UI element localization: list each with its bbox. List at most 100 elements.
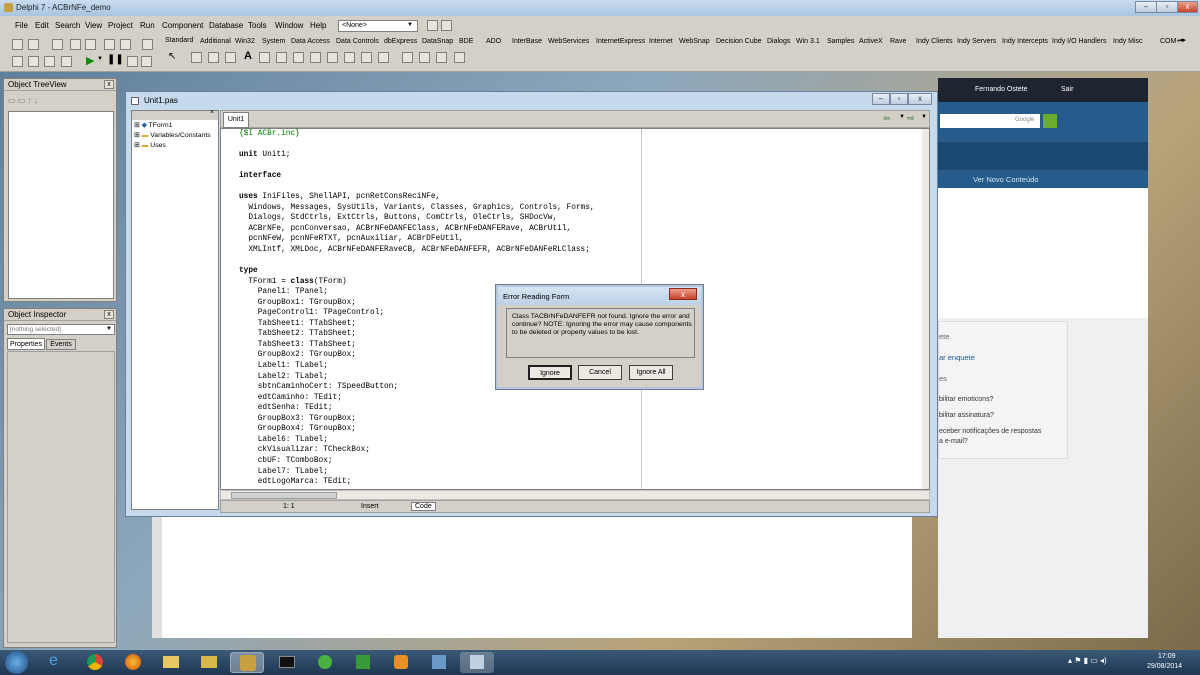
memo-component-icon[interactable]	[276, 52, 287, 63]
tab-unit1[interactable]: Unit1	[223, 112, 249, 128]
palette-tab-rave[interactable]: Rave	[890, 38, 906, 45]
radiobutton-component-icon[interactable]	[327, 52, 338, 63]
property-grid[interactable]	[7, 351, 115, 643]
menu-component[interactable]: Component	[162, 21, 203, 30]
palette-tab-system[interactable]: System	[262, 38, 285, 45]
set-debug-desktop-icon[interactable]	[441, 20, 452, 31]
option-signature[interactable]: bilitar assinatura?	[939, 412, 994, 419]
palette-tab-websnap[interactable]: WebSnap	[679, 38, 710, 45]
menu-help[interactable]: Help	[310, 21, 326, 30]
folder-icon[interactable]	[192, 652, 226, 673]
view-unit-icon[interactable]	[12, 56, 23, 67]
chevron-down-icon[interactable]: ▼	[921, 114, 927, 120]
option-emoticons[interactable]: bilitar emoticons?	[939, 396, 993, 403]
chrome-icon[interactable]	[78, 652, 112, 673]
close-icon[interactable]: x	[104, 80, 114, 89]
scroll-thumb[interactable]	[231, 492, 337, 499]
treeview-list[interactable]	[8, 111, 114, 299]
editor-close-button[interactable]: x	[908, 93, 932, 105]
palette-tab-internetexpress[interactable]: InternetExpress	[596, 38, 645, 45]
tree-item[interactable]: ⊞ ▬ Uses	[134, 141, 166, 151]
menu-window[interactable]: Window	[275, 21, 303, 30]
file-explorer-icon[interactable]	[154, 652, 188, 673]
add-file-icon[interactable]	[104, 39, 115, 50]
forward-arrow-icon[interactable]: ⇨	[907, 113, 915, 124]
chevron-down-icon[interactable]: ▼	[899, 114, 905, 120]
app-dots-icon[interactable]	[346, 652, 380, 673]
palette-tab-dialogs[interactable]: Dialogs	[767, 38, 790, 45]
palette-tab-activex[interactable]: ActiveX	[859, 38, 883, 45]
back-arrow-icon[interactable]: ⇦	[883, 113, 891, 124]
firefox-icon[interactable]	[116, 652, 150, 673]
object-selector-combo[interactable]: [nothing selected] ▼	[7, 324, 115, 335]
palette-tab-additional[interactable]: Additional	[200, 38, 231, 45]
tab-properties[interactable]: Properties	[7, 338, 45, 350]
cancel-button[interactable]: Cancel	[578, 365, 622, 380]
tree-item[interactable]: ⊞ ▬ Variables/Constants	[134, 131, 211, 141]
open-icon[interactable]	[28, 39, 39, 50]
actionlist-component-icon[interactable]	[454, 52, 465, 63]
dialog-close-button[interactable]: x	[669, 288, 697, 300]
view-form-icon[interactable]	[28, 56, 39, 67]
move-up-icon[interactable]: ↑	[28, 96, 32, 105]
save-all-icon[interactable]	[70, 39, 81, 50]
palette-tab-dbexpress[interactable]: dbExpress	[384, 38, 417, 45]
trace-into-icon[interactable]	[127, 56, 138, 67]
palette-tab-datasnap[interactable]: DataSnap	[422, 38, 453, 45]
tree-item[interactable]: ⊞ ◆ TForm1	[134, 121, 172, 131]
menu-database[interactable]: Database	[209, 21, 243, 30]
palette-scroll-arrows-icon[interactable]: ◂▸	[1179, 36, 1186, 44]
vertical-scrollbar[interactable]	[922, 129, 929, 489]
palette-tab-standard[interactable]: Standard	[165, 37, 193, 44]
step-over-icon[interactable]	[141, 56, 152, 67]
save-icon[interactable]	[52, 39, 63, 50]
run-icon[interactable]: ▶	[86, 54, 94, 67]
menu-search[interactable]: Search	[55, 21, 80, 30]
palette-tab-internet[interactable]: Internet	[649, 38, 673, 45]
palette-tab-indy-clients[interactable]: Indy Clients	[916, 38, 953, 45]
help-contents-icon[interactable]	[142, 39, 153, 50]
clock-date[interactable]: 29/08/2014	[1147, 663, 1182, 670]
pointer-icon[interactable]: ↖	[168, 51, 176, 62]
menu-run[interactable]: Run	[140, 21, 155, 30]
listbox-component-icon[interactable]	[344, 52, 355, 63]
scrollbar-component-icon[interactable]	[378, 52, 389, 63]
network-icon[interactable]	[422, 652, 456, 673]
ignore-button[interactable]: Ignore	[528, 365, 572, 380]
tray-icons[interactable]: ▴ ⚑ ▮ ▭ ◂)	[1068, 656, 1107, 665]
console-icon[interactable]	[270, 652, 304, 673]
menu-edit[interactable]: Edit	[35, 21, 49, 30]
new-form-icon[interactable]	[61, 56, 72, 67]
pause-icon[interactable]: ❚❚	[107, 54, 124, 65]
editor-minimize-button[interactable]: –	[872, 93, 890, 105]
palette-tab-indy-io-handlers[interactable]: Indy I/O Handlers	[1052, 38, 1106, 45]
tab-code-view[interactable]: Code	[411, 502, 436, 511]
combobox-component-icon[interactable]	[361, 52, 372, 63]
editor-maximize-button[interactable]: ▫	[890, 93, 908, 105]
checkbox-component-icon[interactable]	[310, 52, 321, 63]
menu-project[interactable]: Project	[108, 21, 133, 30]
logout-link[interactable]: Sair	[1061, 86, 1073, 93]
palette-tab-interbase[interactable]: InterBase	[512, 38, 542, 45]
close-icon[interactable]: x	[104, 310, 114, 319]
ie-icon[interactable]: e	[40, 652, 74, 673]
frames-icon[interactable]	[191, 52, 202, 63]
label-component-icon[interactable]: A	[244, 50, 252, 62]
tab-events[interactable]: Events	[46, 339, 76, 350]
menu-view[interactable]: View	[85, 21, 102, 30]
menu-file[interactable]: File	[15, 21, 28, 30]
edit-component-icon[interactable]	[259, 52, 270, 63]
clock-time[interactable]: 17:09	[1158, 653, 1176, 660]
desktop-combo[interactable]: <None> ▼	[338, 20, 418, 32]
popupmenu-icon[interactable]	[225, 52, 236, 63]
delphi-taskbar-icon[interactable]	[230, 652, 264, 673]
remove-file-icon[interactable]	[120, 39, 131, 50]
new-content-link[interactable]: Ver Novo Conteúdo	[973, 175, 1038, 184]
delete-item-icon[interactable]: ▭	[18, 96, 26, 105]
run-dropdown-icon[interactable]: ▼	[97, 56, 103, 62]
save-desktop-icon[interactable]	[427, 20, 438, 31]
move-down-icon[interactable]: ↓	[34, 96, 38, 105]
ignore-all-button[interactable]: Ignore All	[629, 365, 673, 380]
close-button[interactable]: x	[1177, 1, 1198, 13]
palette-tab-win31[interactable]: Win 3.1	[796, 38, 820, 45]
